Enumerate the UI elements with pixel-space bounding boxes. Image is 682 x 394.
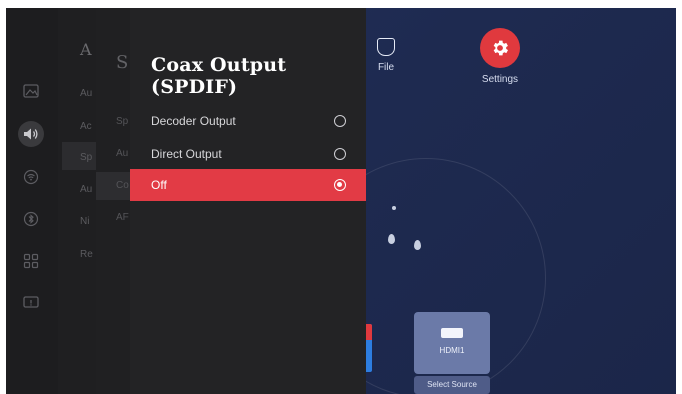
menu-title: S	[116, 52, 129, 73]
source-card-hdmi1[interactable]: HDMI1	[414, 312, 490, 374]
option-off[interactable]: Off	[130, 169, 366, 201]
option-label: Decoder Output	[151, 114, 236, 128]
option-direct-output[interactable]: Direct Output	[130, 138, 366, 170]
settings-icon-rail	[6, 8, 58, 394]
file-icon	[377, 38, 395, 56]
picture-icon[interactable]	[20, 80, 42, 102]
radio-button[interactable]	[334, 148, 346, 160]
menu-item[interactable]: AF	[116, 212, 129, 223]
menu-item[interactable]: Au	[80, 88, 92, 99]
home-app-label: Settings	[481, 74, 519, 85]
menu-item[interactable]: Au	[116, 148, 128, 159]
radio-button[interactable]	[334, 115, 346, 127]
apps-icon[interactable]	[20, 250, 42, 272]
menu-item[interactable]: Ni	[80, 216, 89, 227]
menu-item[interactable]: Sp	[80, 152, 92, 163]
decorative-drop	[388, 234, 395, 244]
bluetooth-icon[interactable]	[20, 208, 42, 230]
home-app-file[interactable]: File	[368, 38, 404, 73]
menu-item[interactable]: Sp	[116, 116, 128, 127]
home-app-settings[interactable]: Settings	[472, 28, 528, 85]
source-card-label: HDMI1	[439, 346, 465, 355]
network-icon[interactable]	[20, 166, 42, 188]
option-label: Off	[151, 178, 167, 192]
option-label: Direct Output	[151, 147, 222, 161]
gear-icon	[480, 28, 520, 68]
select-source-label[interactable]: Select Source	[414, 376, 490, 394]
system-icon[interactable]	[20, 292, 42, 314]
radio-button-selected[interactable]	[334, 179, 346, 191]
coax-output-dialog: Coax Output (SPDIF) Decoder Output Direc…	[130, 8, 366, 394]
tv-screen: File Settings HDMI1 Select Source A Au A…	[6, 8, 676, 394]
decorative-drop	[414, 240, 421, 250]
home-app-label: File	[377, 62, 395, 73]
menu-item[interactable]: Au	[80, 184, 92, 195]
sound-icon[interactable]	[18, 121, 44, 147]
option-decoder-output[interactable]: Decoder Output	[130, 105, 366, 137]
menu-item[interactable]: Ac	[80, 121, 92, 132]
menu-title: A	[80, 40, 92, 59]
settings-menu-level2: S Sp Au Co AF	[96, 8, 132, 394]
menu-item[interactable]: Re	[80, 249, 93, 260]
dialog-title: Coax Output (SPDIF)	[151, 54, 287, 98]
menu-item[interactable]: Co	[116, 180, 129, 191]
hdmi-icon	[441, 328, 463, 338]
decorative-dot	[392, 206, 396, 210]
